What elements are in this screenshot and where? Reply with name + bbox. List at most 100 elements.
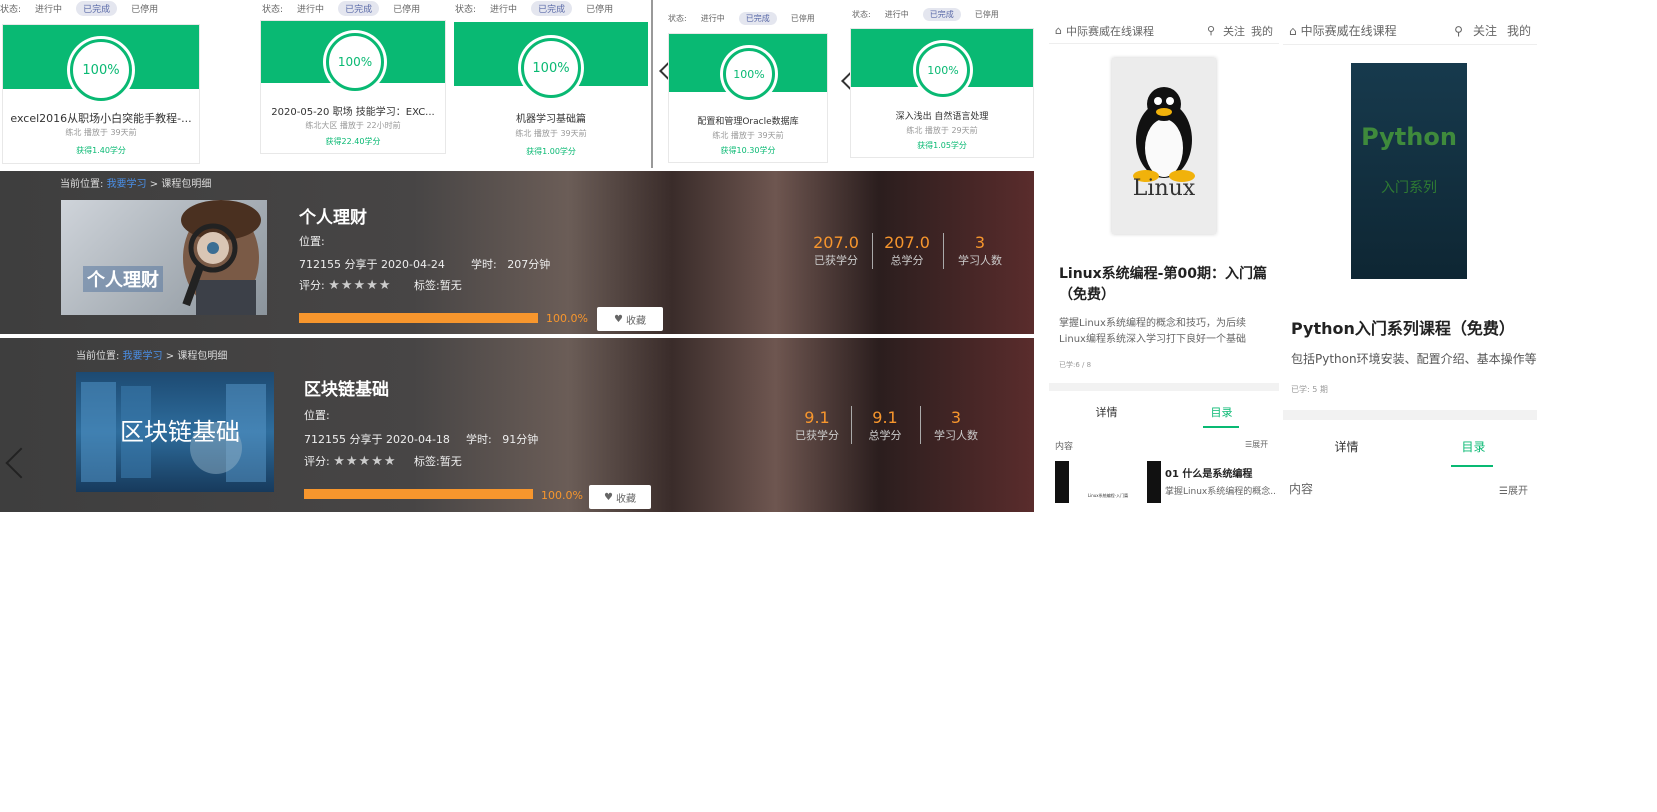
progress-fill bbox=[299, 313, 538, 323]
course-thumbnail: 区块链基础 bbox=[76, 372, 274, 492]
filter-in-progress[interactable]: 进行中 bbox=[885, 9, 909, 20]
filter-completed[interactable]: 已完成 bbox=[338, 0, 380, 16]
filter-in-progress[interactable]: 进行中 bbox=[490, 2, 517, 15]
divider bbox=[651, 0, 653, 168]
course-score: 获得22.40学分 bbox=[325, 137, 381, 146]
course-title: Python入门系列课程（免费） bbox=[1291, 319, 1515, 338]
course-panel-3: 状态: 进行中 已完成 已停用 100% 配置和管理Oracle数据库 练北 播… bbox=[654, 0, 1034, 168]
star-icon: ★ bbox=[353, 278, 366, 293]
course-card[interactable]: 100% 配置和管理Oracle数据库 练北 播放于 39天前 获得10.30学… bbox=[668, 33, 828, 163]
course-banner: 当前位置: 我要学习 > 课程包明细 个人理财 个人理财 位置: 712155 … bbox=[0, 171, 1034, 334]
thumbnail-caption: 区块链基础 bbox=[120, 418, 240, 446]
filter-disabled[interactable]: 已停用 bbox=[586, 2, 613, 15]
course-thumbnail: 个人理财 bbox=[61, 200, 267, 315]
course-card[interactable]: 100% 2020-05-20 职场 技能学习：EXC... 练北大区 播放于 … bbox=[260, 20, 446, 154]
stat-divider bbox=[920, 406, 921, 444]
rating: 评分: ★★★★★ bbox=[304, 454, 396, 469]
course-panel-1: 状态: 进行中 已完成 已停用 100% excel2016从职场小白突能手教程… bbox=[0, 0, 202, 168]
filter-completed[interactable]: 已完成 bbox=[531, 0, 573, 16]
breadcrumb-link[interactable]: 我要学习 bbox=[123, 351, 163, 362]
lesson-thumbnail[interactable]: Linux系统编程-入门篇 bbox=[1055, 461, 1161, 503]
rating: 评分: ★★★★★ bbox=[299, 278, 391, 293]
content-label: 内容 bbox=[1055, 442, 1074, 452]
progress-ring: 100% bbox=[326, 33, 384, 91]
shared-info: 712155 分享于 2020-04-18 bbox=[304, 433, 450, 446]
course-title: excel2016从职场小白突能手教程-... bbox=[10, 112, 192, 125]
star-icon: ★ bbox=[358, 454, 371, 469]
status-filter: 状态: 进行中 已完成 已停用 bbox=[0, 0, 172, 16]
star-icon: ★ bbox=[383, 454, 396, 469]
course-cover: Linux bbox=[1112, 58, 1216, 234]
course-meta: 练北 播放于 39天前 bbox=[712, 131, 784, 140]
chevron-left-icon[interactable] bbox=[5, 447, 37, 479]
mine-link[interactable]: 我的 bbox=[1507, 22, 1531, 39]
course-meta: 练北大区 播放于 22小时前 bbox=[305, 121, 401, 130]
section-gap bbox=[1049, 383, 1279, 391]
tag-info: 标签:暂无 bbox=[414, 279, 462, 292]
course-card[interactable]: 100% excel2016从职场小白突能手教程-... 练北 播放于 39天前… bbox=[2, 24, 200, 164]
filter-disabled[interactable]: 已停用 bbox=[791, 13, 815, 24]
shared-info: 712155 分享于 2020-04-24 bbox=[299, 258, 445, 271]
earned-credits: 207.0 已获学分 bbox=[813, 233, 859, 267]
tab-catalog[interactable]: 目录 bbox=[1410, 438, 1537, 455]
progress-ring: 100% bbox=[521, 38, 581, 98]
course-card[interactable]: 100% 机器学习基础篇 练北 播放于 39天前 获得1.00学分 bbox=[454, 22, 648, 162]
follow-link[interactable]: 关注 bbox=[1223, 23, 1245, 39]
tab-details[interactable]: 详情 bbox=[1283, 438, 1410, 455]
tab-details[interactable]: 详情 bbox=[1049, 404, 1164, 420]
follow-link[interactable]: 关注 bbox=[1473, 22, 1497, 39]
section-gap bbox=[1283, 410, 1537, 420]
course-title: 深入浅出 自然语言处理 bbox=[895, 112, 989, 122]
filter-completed[interactable]: 已完成 bbox=[738, 11, 777, 25]
filter-completed[interactable]: 已完成 bbox=[76, 0, 118, 16]
expand-link[interactable]: ☰展开 bbox=[1499, 482, 1528, 497]
progress-ring: 100% bbox=[723, 48, 775, 100]
total-credits: 207.0 总学分 bbox=[884, 233, 930, 267]
home-icon[interactable]: ⌂ bbox=[1289, 24, 1297, 38]
course-panel-2: 状态: 进行中 已完成 已停用 100% 2020-05-20 职场 技能学习：… bbox=[258, 0, 650, 168]
earned-credits: 9.1 已获学分 bbox=[795, 408, 839, 442]
course-score: 获得1.05学分 bbox=[917, 141, 967, 150]
stat-divider bbox=[851, 406, 852, 444]
filter-in-progress[interactable]: 进行中 bbox=[297, 2, 324, 15]
breadcrumb: 当前位置: 我要学习 > 课程包明细 bbox=[60, 179, 212, 190]
heart-icon: ♥ bbox=[604, 491, 613, 503]
breadcrumb-link[interactable]: 我要学习 bbox=[107, 179, 147, 190]
filter-disabled[interactable]: 已停用 bbox=[131, 2, 158, 15]
learner-count: 3 学习人数 bbox=[934, 408, 978, 442]
search-icon[interactable]: ⚲ bbox=[1454, 24, 1463, 38]
course-title: 个人理财 bbox=[299, 208, 367, 228]
tab-bar: 详情 目录 bbox=[1283, 438, 1537, 455]
course-meta: 练北 播放于 39天前 bbox=[65, 128, 137, 137]
course-card[interactable]: 100% 深入浅出 自然语言处理 练北 播放于 29天前 获得1.05学分 bbox=[850, 28, 1034, 158]
search-icon[interactable]: ⚲ bbox=[1207, 24, 1215, 37]
favorite-button[interactable]: ♥ 收藏 bbox=[589, 485, 651, 509]
site-name: 中际赛威在线课程 bbox=[1300, 24, 1397, 38]
hours-info: 学时: 207分钟 bbox=[471, 258, 551, 271]
course-title: 配置和管理Oracle数据库 bbox=[697, 117, 799, 127]
filter-in-progress[interactable]: 进行中 bbox=[35, 2, 62, 15]
progress-bar bbox=[304, 489, 533, 499]
mine-link[interactable]: 我的 bbox=[1251, 23, 1273, 39]
position-label: 位置: bbox=[304, 409, 330, 422]
course-description: 包括Python环境安装、配置介绍、基本操作等 bbox=[1291, 352, 1537, 366]
filter-completed[interactable]: 已完成 bbox=[922, 7, 961, 21]
home-icon[interactable]: ⌂ bbox=[1055, 24, 1062, 37]
filter-disabled[interactable]: 已停用 bbox=[393, 2, 420, 15]
tab-catalog[interactable]: 目录 bbox=[1164, 404, 1279, 420]
favorite-button[interactable]: ♥ 收藏 bbox=[597, 307, 663, 331]
tab-indicator bbox=[1203, 426, 1239, 428]
site-name: 中际赛威在线课程 bbox=[1065, 24, 1154, 38]
course-meta: 已学: 5 期 bbox=[1291, 385, 1328, 394]
filter-in-progress[interactable]: 进行中 bbox=[701, 13, 725, 24]
expand-link[interactable]: ☰展开 bbox=[1245, 439, 1268, 450]
course-cover: Python 入门系列 bbox=[1351, 63, 1467, 279]
filter-disabled[interactable]: 已停用 bbox=[975, 9, 999, 20]
course-banner: 当前位置: 我要学习 > 课程包明细 区块链基础 区块链基础 位置: 71215… bbox=[0, 338, 1034, 512]
course-meta: 练北 播放于 29天前 bbox=[906, 126, 978, 135]
list-icon: ☰ bbox=[1499, 486, 1508, 497]
mobile-course-detail: ⌂ 中际赛威在线课程 ⚲ 关注 我的 Python 入门系列 Python入门系… bbox=[1283, 17, 1537, 512]
tab-bar: 详情 目录 bbox=[1049, 404, 1279, 420]
top-bar: ⌂ 中际赛威在线课程 ⚲ 关注 我的 bbox=[1049, 18, 1279, 44]
lesson-title[interactable]: 01 什么是系统编程 bbox=[1165, 465, 1252, 480]
